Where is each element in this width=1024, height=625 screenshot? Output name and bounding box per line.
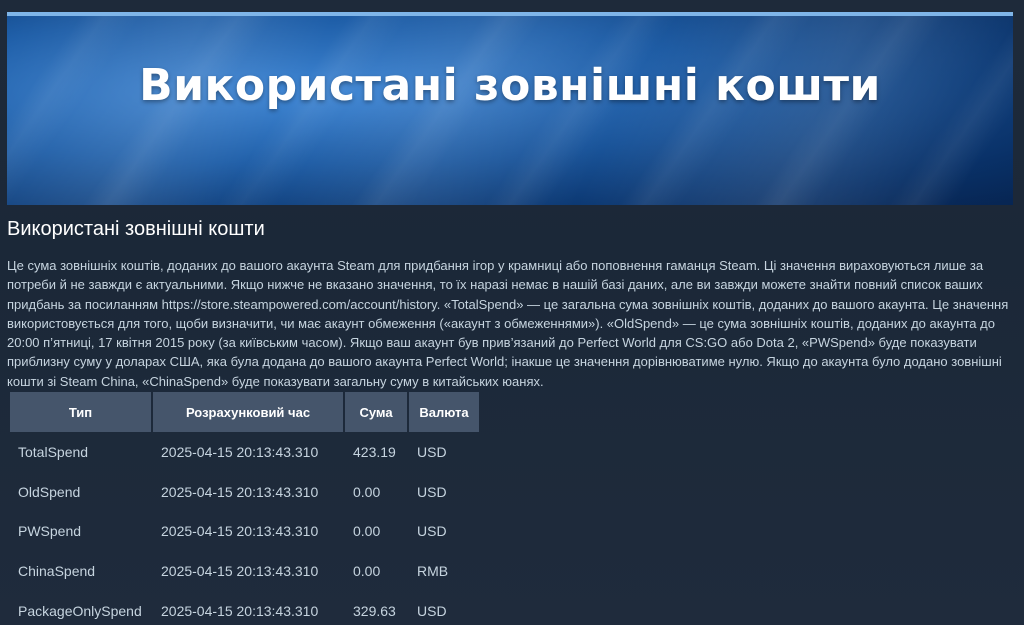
cell-sum: 0.00 [353, 523, 381, 540]
cell-type: TotalSpend [18, 443, 89, 460]
section-description: Це сума зовнішніх коштів, доданих до ваш… [7, 258, 1009, 389]
cell-sum: 329.63 [353, 602, 396, 619]
cell-time: 2025-04-15 20:13:43.310 [161, 562, 319, 579]
cell-sum: 423.19 [353, 443, 396, 460]
cell-sum: 0.00 [353, 562, 381, 579]
table-header-row: Тип Розрахунковий час Сума Валюта [10, 392, 479, 432]
cell-time: 2025-04-15 20:13:43.310 [161, 523, 319, 540]
cell-time: 2025-04-15 20:13:43.310 [161, 443, 319, 460]
cell-type: PWSpend [18, 523, 82, 540]
cell-sum: 0.00 [353, 483, 381, 500]
cell-currency: USD [417, 483, 447, 500]
page: Використані зовнішні кошти Використані з… [0, 0, 1024, 625]
cell-type: ChinaSpend [18, 562, 96, 579]
banner-title: Використані зовнішні кошти [139, 60, 881, 111]
section-title: Використані зовнішні кошти [7, 218, 265, 240]
cell-time: 2025-04-15 20:13:43.310 [161, 602, 319, 619]
column-header-currency[interactable]: Валюта [409, 392, 479, 432]
cell-type: PackageOnlySpend [18, 602, 142, 619]
cell-currency: USD [417, 523, 447, 540]
column-header-type[interactable]: Тип [10, 392, 151, 432]
external-spend-table: Тип Розрахунковий час Сума Валюта TotalS… [8, 392, 481, 625]
cell-currency: RMB [417, 562, 449, 579]
table-row: OldSpend 2025-04-15 20:13:43.310 0.00 US… [10, 472, 479, 512]
table-row: PWSpend 2025-04-15 20:13:43.310 0.00 USD [10, 511, 479, 551]
cell-type: OldSpend [18, 483, 81, 500]
cell-currency: USD [417, 443, 447, 460]
column-header-time[interactable]: Розрахунковий час [153, 392, 343, 432]
table-row: TotalSpend 2025-04-15 20:13:43.310 423.1… [10, 432, 479, 472]
cell-time: 2025-04-15 20:13:43.310 [161, 483, 319, 500]
table-row: ChinaSpend 2025-04-15 20:13:43.310 0.00 … [10, 551, 479, 591]
column-header-sum[interactable]: Сума [345, 392, 407, 432]
header-banner: Використані зовнішні кошти [7, 12, 1013, 205]
cell-currency: USD [417, 602, 447, 619]
table-row: PackageOnlySpend 2025-04-15 20:13:43.310… [10, 591, 479, 625]
